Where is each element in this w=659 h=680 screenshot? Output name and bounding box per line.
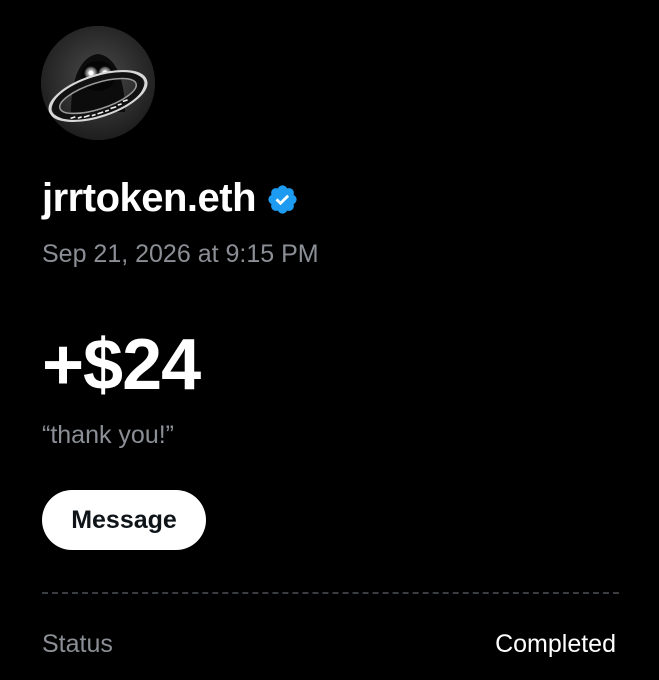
profile-name-row: jrrtoken.eth bbox=[42, 172, 299, 224]
status-value: Completed bbox=[495, 630, 616, 658]
dashed-divider bbox=[42, 592, 619, 594]
transaction-timestamp: Sep 21, 2026 at 9:15 PM bbox=[42, 240, 319, 268]
transaction-amount: +$24 bbox=[42, 325, 201, 405]
avatar[interactable] bbox=[41, 26, 155, 140]
avatar-image bbox=[41, 26, 155, 140]
status-label: Status bbox=[42, 630, 113, 658]
transaction-note: “thank you!” bbox=[42, 421, 175, 449]
display-name[interactable]: jrrtoken.eth bbox=[42, 172, 257, 224]
message-button[interactable]: Message bbox=[42, 490, 206, 550]
verified-badge-icon bbox=[268, 184, 297, 214]
